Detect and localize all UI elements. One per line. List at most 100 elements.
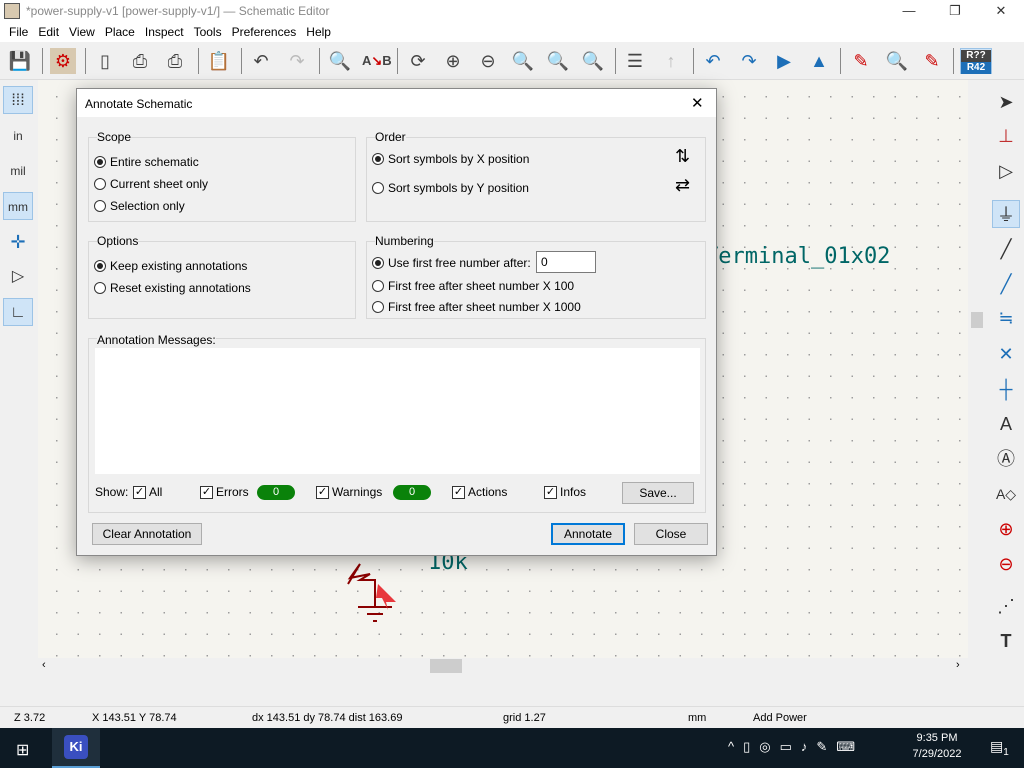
first-free-number-input[interactable] [536, 251, 596, 273]
footprint-editor-icon[interactable]: ✎ [919, 48, 945, 74]
hidden-pins-icon[interactable]: ▷ [3, 263, 33, 291]
filter-warnings-checkbox[interactable]: ✓ Warnings [316, 485, 382, 499]
close-window-button[interactable]: ✕ [978, 0, 1024, 22]
resistor-ground-symbol[interactable] [338, 550, 418, 640]
menu-place[interactable]: Place [100, 22, 140, 42]
units-mm-button[interactable]: mm [3, 192, 33, 220]
numbering-label: Numbering [375, 234, 434, 248]
messages-area[interactable] [95, 348, 700, 474]
dialog-title: Annotate Schematic [85, 97, 193, 111]
undo-icon[interactable]: ↶ [248, 48, 274, 74]
sheet-x1000-radio[interactable]: First free after sheet number X 1000 [372, 300, 581, 314]
grid-toggle-icon[interactable]: ⁞⁞⁞ [3, 86, 33, 114]
first-free-number-radio[interactable]: Use first free number after: [372, 256, 531, 270]
line-mode-icon[interactable]: ∟ [3, 298, 33, 326]
add-label-icon[interactable]: A [992, 410, 1020, 438]
rotate-ccw-icon[interactable]: ↶ [700, 48, 726, 74]
horizontal-scroll-thumb[interactable] [430, 659, 462, 673]
add-symbol-icon[interactable]: ▷ [992, 157, 1020, 185]
vertical-scroll-thumb[interactable] [971, 312, 983, 328]
filter-infos-checkbox[interactable]: ✓ Infos [544, 485, 586, 499]
filter-actions-checkbox[interactable]: ✓ Actions [452, 485, 507, 499]
scope-entire-radio[interactable]: Entire schematic [94, 155, 199, 169]
add-power-icon[interactable]: ⏚ [992, 200, 1020, 228]
zoom-fit-icon[interactable]: 🔍 [510, 48, 536, 74]
zoom-in-icon[interactable]: ⊕ [440, 48, 466, 74]
add-no-connect-line-icon[interactable]: ╱ [992, 235, 1020, 263]
hierarchy-navigator-icon[interactable]: ☰ [622, 48, 648, 74]
maximize-button[interactable]: ❐ [932, 0, 978, 22]
reset-annotations-radio[interactable]: Reset existing annotations [94, 281, 251, 295]
rotate-cw-icon[interactable]: ↷ [736, 48, 762, 74]
dialog-title-bar: Annotate Schematic ✕ [77, 89, 716, 117]
save-icon[interactable]: 💾 [7, 48, 33, 74]
symbol-editor-icon[interactable]: ✎ [848, 48, 874, 74]
scope-current-sheet-radio[interactable]: Current sheet only [94, 177, 208, 191]
scroll-left-icon[interactable]: ‹ [42, 659, 46, 671]
dialog-close-icon[interactable]: ✕ [691, 94, 704, 112]
system-tray-icons[interactable]: ^▯◎▭♪✎⌨ [728, 739, 864, 755]
mirror-horizontal-icon[interactable]: ▲ [806, 48, 832, 74]
menu-inspect[interactable]: Inspect [140, 22, 189, 42]
plot-icon[interactable]: ⎙ [162, 48, 188, 74]
minimize-button[interactable]: — [886, 0, 932, 22]
paste-icon[interactable]: 📋 [206, 48, 232, 74]
add-text-icon[interactable]: T [992, 627, 1020, 655]
units-mil-button[interactable]: mil [3, 157, 33, 185]
menu-file[interactable]: File [4, 22, 33, 42]
mirror-vertical-icon[interactable]: ▶ [771, 48, 797, 74]
add-sheet-icon[interactable]: ⊕ [992, 515, 1020, 543]
no-connect-icon[interactable]: ✕ [992, 340, 1020, 368]
taskbar-clock[interactable]: 9:35 PM 7/29/2022 [912, 732, 962, 760]
add-bus-entry-icon[interactable]: ≒ [992, 304, 1020, 332]
refresh-icon[interactable]: ⟳ [405, 48, 431, 74]
add-global-label-icon[interactable]: Ⓐ [992, 445, 1020, 473]
symbol-browser-icon[interactable]: 🔍 [884, 48, 910, 74]
sort-x-radio[interactable]: Sort symbols by X position [372, 152, 529, 166]
menu-tools[interactable]: Tools [189, 22, 227, 42]
menu-preferences[interactable]: Preferences [227, 22, 302, 42]
scope-selection-radio[interactable]: Selection only [94, 199, 185, 213]
page-settings-icon[interactable]: ▯ [92, 48, 118, 74]
redo-icon[interactable]: ↷ [284, 48, 310, 74]
windows-start-icon[interactable]: ⊞ [16, 740, 29, 760]
menu-view[interactable]: View [64, 22, 100, 42]
zoom-out-icon[interactable]: ⊖ [475, 48, 501, 74]
print-icon[interactable]: ⎙ [127, 48, 153, 74]
annotate-icon[interactable]: R?? R42 [960, 48, 992, 74]
add-graphic-line-icon[interactable]: ⋰ [992, 592, 1020, 620]
sheet-x100-radio[interactable]: First free after sheet number X 100 [372, 279, 574, 293]
add-hierarchical-label-icon[interactable]: A◇ [992, 480, 1020, 508]
close-button[interactable]: Close [634, 523, 708, 545]
zoom-selection-icon[interactable]: 🔍 [580, 48, 606, 74]
status-delta: dx 143.51 dy 78.74 dist 163.69 [252, 712, 403, 724]
junction-icon[interactable]: ┼ [992, 375, 1020, 403]
left-toolbar: ⁞⁞⁞ in mil mm ✛ ▷ ∟ [0, 80, 36, 660]
horizontal-scrollbar[interactable]: ‹ › [38, 658, 968, 674]
vertical-scrollbar[interactable] [968, 80, 986, 658]
find-icon[interactable]: 🔍 [327, 48, 353, 74]
keep-annotations-radio[interactable]: Keep existing annotations [94, 259, 247, 273]
import-sheet-pin-icon[interactable]: ⊖ [992, 550, 1020, 578]
menu-help[interactable]: Help [301, 22, 336, 42]
filter-all-checkbox[interactable]: ✓ All [133, 485, 162, 499]
zoom-objects-icon[interactable]: 🔍 [545, 48, 571, 74]
sort-y-radio[interactable]: Sort symbols by Y position [372, 181, 529, 195]
units-inch-button[interactable]: in [3, 122, 33, 150]
annotate-button[interactable]: Annotate [551, 523, 625, 545]
add-wire-icon[interactable]: ╱ [992, 270, 1020, 298]
save-messages-button[interactable]: Save... [622, 482, 694, 504]
select-icon[interactable]: ➤ [992, 88, 1020, 116]
find-replace-icon[interactable]: A↘B [362, 48, 392, 74]
highlight-net-icon[interactable]: ⊥ [992, 122, 1020, 150]
clear-annotation-button[interactable]: Clear Annotation [92, 523, 202, 545]
taskbar-kicad-button[interactable]: Ki [52, 728, 100, 768]
scroll-right-icon[interactable]: › [956, 659, 960, 671]
menu-edit[interactable]: Edit [33, 22, 64, 42]
leave-sheet-icon[interactable]: ↑ [658, 48, 684, 74]
notifications-icon[interactable]: ▤1 [990, 738, 1009, 758]
menu-bar: File Edit View Place Inspect Tools Prefe… [0, 22, 1024, 42]
schematic-setup-icon[interactable]: ⚙ [50, 48, 76, 74]
cursor-crosshair-icon[interactable]: ✛ [3, 228, 33, 256]
filter-errors-checkbox[interactable]: ✓ Errors [200, 485, 249, 499]
